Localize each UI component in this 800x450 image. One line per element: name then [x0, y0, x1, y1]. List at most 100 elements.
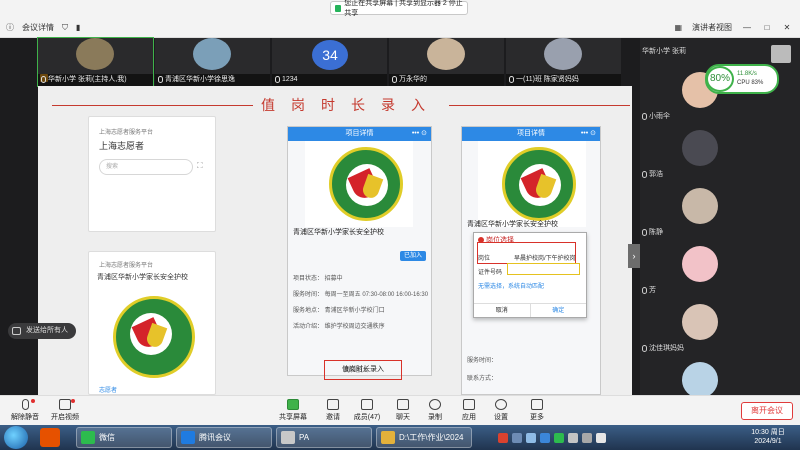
- camera-icon: [59, 399, 71, 410]
- toolbar-label: 开启视频: [51, 414, 79, 421]
- leave-meeting-button[interactable]: 离开会议: [741, 402, 793, 420]
- search-input[interactable]: 搜索: [99, 159, 193, 175]
- chat-icon: [12, 327, 21, 335]
- avatar: [682, 246, 718, 282]
- title-bar: 您正在共享屏幕 | 共享到显示器 2 停止共享 ⓘ 会议详情 ⛉ ▮ ▦ 演讲者…: [0, 0, 800, 38]
- project-title: 青浦区华新小学家长安全护校: [467, 221, 558, 228]
- meeting-info[interactable]: ⓘ 会议详情 ⛉ ▮: [6, 22, 80, 33]
- participant-side-tile[interactable]: 沈佳琪妈妈: [640, 300, 800, 355]
- tray-app-icon[interactable]: [526, 432, 536, 443]
- mic-button[interactable]: 解除静音: [8, 398, 42, 424]
- view-mode-label[interactable]: 演讲者视图: [692, 22, 732, 33]
- detail-row: 活动介绍： 维护学校周边交通秩序: [293, 324, 385, 330]
- taskbar-item[interactable]: PA: [276, 427, 372, 448]
- muted-indicator-icon: [71, 399, 75, 403]
- record-icon: [429, 399, 441, 410]
- slide-next-arrow[interactable]: ›: [628, 244, 640, 268]
- mic-muted-icon: [392, 75, 397, 83]
- participant-side-tile[interactable]: 陈静: [640, 184, 800, 239]
- mic-muted-icon: [158, 75, 163, 83]
- chat-button[interactable]: 聊天: [386, 398, 420, 424]
- school-logo: [99, 288, 207, 388]
- share-screen-button[interactable]: 共享屏幕: [276, 398, 310, 424]
- toolbar-label: 应用: [462, 414, 476, 421]
- detail-row: 联系方式：: [467, 376, 498, 382]
- school-logo: [305, 141, 413, 227]
- chat-icon: [397, 399, 409, 410]
- members-button[interactable]: 成员(47): [350, 398, 384, 424]
- highlight-box-post: [477, 242, 576, 264]
- school-logo: [478, 141, 586, 227]
- taskbar-item-label: 微信: [99, 433, 115, 442]
- info-icon: ⓘ: [6, 23, 14, 32]
- strip-left-edge: [0, 38, 38, 86]
- mic-muted-icon: [509, 75, 514, 83]
- id-input-field[interactable]: [507, 263, 580, 275]
- tray-app-icon[interactable]: [554, 432, 564, 443]
- toolbar-label: 成员(47): [353, 414, 381, 421]
- video-tile[interactable]: 34 1234: [272, 38, 387, 86]
- tray-app-icon[interactable]: [498, 432, 508, 443]
- settings-button[interactable]: 设置: [484, 398, 518, 424]
- minimize-icon[interactable]: —: [742, 23, 752, 33]
- slide-title: 值岗时长录入: [253, 95, 449, 115]
- video-tile[interactable]: 万永华的: [389, 38, 504, 86]
- clock-date: 2024/9/1: [754, 438, 782, 445]
- video-tile-label: 华新小学 张莉(主持人,我): [38, 74, 153, 86]
- duration-entry-button[interactable]: 值岗时长录入: [325, 361, 401, 379]
- toolbar-label: 共享屏幕: [279, 414, 307, 421]
- close-icon[interactable]: ✕: [782, 23, 792, 33]
- highlight-box: 值岗时长录入: [324, 360, 402, 380]
- more-button[interactable]: 更多: [520, 398, 554, 424]
- muted-indicator-icon: [31, 399, 35, 403]
- taskbar-item[interactable]: 微信: [76, 427, 172, 448]
- network-icon[interactable]: [596, 432, 606, 443]
- participant-video: [427, 38, 465, 70]
- participant-name: 郭浩: [642, 169, 663, 179]
- chat-pill-label: 发送给所有人: [26, 327, 68, 334]
- avatar: [682, 188, 718, 224]
- confirm-button[interactable]: 确定: [529, 304, 587, 317]
- volume-icon[interactable]: [582, 432, 592, 443]
- join-button[interactable]: 已加入: [400, 251, 426, 261]
- video-tile[interactable]: 华新小学 张莉(主持人,我): [37, 37, 154, 87]
- record-button[interactable]: 录制: [418, 398, 452, 424]
- taskbar-item[interactable]: D:\工作\作业\2024: [376, 427, 472, 448]
- cancel-button[interactable]: 取消: [474, 304, 530, 317]
- shield-icon: ⛉: [62, 22, 68, 32]
- clock[interactable]: 10:30 周日 2024/9/1: [745, 428, 791, 446]
- start-button[interactable]: [4, 426, 28, 449]
- mic-muted-icon: [275, 75, 280, 83]
- participant-side-tile[interactable]: 郭浩: [640, 126, 800, 181]
- maximize-icon[interactable]: □: [762, 23, 772, 33]
- cpu-monitor-widget[interactable]: 80% 11.8K/s CPU 83%: [705, 64, 779, 94]
- view-icon[interactable]: ▦: [674, 23, 682, 32]
- explorer-pin-icon[interactable]: [40, 428, 60, 447]
- card-project-title: 青浦区华新小学家长安全护校: [97, 274, 188, 281]
- participant-video: [544, 38, 582, 70]
- taskbar-item[interactable]: 腾讯会议: [176, 427, 272, 448]
- cpu-label: CPU 83%: [737, 80, 764, 86]
- participant-name: 陈静: [642, 227, 663, 237]
- participant-side-tile[interactable]: 芳: [640, 242, 800, 297]
- phone-header: 项目详情 ••• ⊙: [288, 127, 431, 141]
- tray-app-icon[interactable]: [568, 432, 578, 443]
- top-right-controls: ▦ 演讲者视图 — □ ✕: [674, 22, 792, 33]
- chat-pill[interactable]: 发送给所有人: [8, 323, 76, 339]
- tray-app-icon[interactable]: [540, 432, 550, 443]
- apps-button[interactable]: 应用: [452, 398, 486, 424]
- taskbar-app-icon: [81, 431, 95, 444]
- invite-button[interactable]: 邀请: [316, 398, 350, 424]
- camera-button[interactable]: 开启视频: [48, 398, 82, 424]
- share-screen-icon: [287, 399, 299, 410]
- dialog-link[interactable]: 无需选择，系统自动匹配: [478, 281, 544, 290]
- share-status-pill[interactable]: 您正在共享屏幕 | 共享到显示器 2 停止共享: [330, 0, 468, 17]
- video-tile[interactable]: 一(11)班 陈家贤妈妈: [506, 38, 621, 86]
- video-tile[interactable]: 青浦区华新小学徐思逸: [155, 38, 270, 86]
- participant-name: 华新小学 张莉(主持人,我): [48, 76, 127, 83]
- panel-settings-icon[interactable]: [771, 45, 791, 63]
- members-icon: [361, 399, 373, 410]
- tray-app-icon[interactable]: [512, 432, 522, 443]
- scan-icon[interactable]: ⛶: [197, 161, 203, 171]
- mic-muted-icon: [41, 75, 46, 83]
